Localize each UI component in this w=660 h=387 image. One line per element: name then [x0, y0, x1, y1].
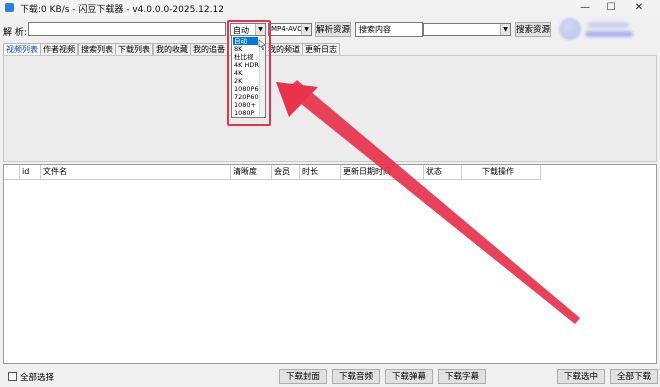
column-header-updated[interactable]: 更新日期时间 — [341, 165, 424, 180]
search-type-select[interactable]: ▼ — [423, 23, 511, 36]
maximize-icon[interactable]: ☐ — [598, 0, 624, 16]
select-all-label[interactable]: 全部选择 — [20, 371, 54, 383]
download-selected-button[interactable]: 下载选中 — [557, 369, 605, 384]
column-header-filename[interactable]: 文件名 — [41, 165, 231, 180]
column-header-vip[interactable]: 会员 — [272, 165, 300, 180]
avatar[interactable] — [559, 18, 581, 40]
search-button[interactable]: 搜索资源 — [515, 22, 551, 37]
download-all-button[interactable]: 全部下载 — [610, 369, 658, 384]
download-audio-button[interactable]: 下载音频 — [332, 369, 380, 384]
window-title: 下载:0 KB/s - 闪豆下载器 - v4.0.0.0-2025.12.12 — [20, 5, 224, 15]
search-input[interactable]: 搜索内容 — [355, 22, 423, 37]
parse-button[interactable]: 解析资源 — [315, 22, 351, 37]
column-header-actions[interactable]: 下载操作 — [462, 165, 541, 180]
codec-select-value: MP4-AVC — [271, 25, 303, 33]
annotation-highlight-box — [227, 20, 271, 126]
column-header-status[interactable]: 状态 — [424, 165, 462, 180]
download-danmaku-button[interactable]: 下载弹幕 — [385, 369, 433, 384]
parse-label: 解 析: — [3, 28, 27, 38]
chevron-down-icon[interactable]: ▼ — [500, 24, 510, 35]
close-icon[interactable]: ✕ — [626, 0, 652, 16]
chevron-down-icon[interactable]: ▼ — [301, 24, 311, 35]
select-all-checkbox[interactable] — [8, 372, 17, 381]
download-subtitle-button[interactable]: 下载字幕 — [438, 369, 486, 384]
column-header-id[interactable]: id — [20, 165, 41, 180]
codec-select[interactable]: MP4-AVC ▼ — [268, 23, 312, 36]
column-header-quality[interactable]: 清晰度 — [231, 165, 272, 180]
app-icon — [5, 3, 14, 12]
minimize-icon[interactable]: — — [572, 0, 598, 16]
blurred-user-info — [585, 31, 633, 37]
blurred-username — [587, 22, 629, 28]
download-cover-button[interactable]: 下载封面 — [279, 369, 327, 384]
url-input[interactable] — [28, 22, 226, 36]
column-header-check[interactable] — [4, 165, 20, 180]
column-header-duration[interactable]: 时长 — [300, 165, 341, 180]
video-preview-panel — [3, 55, 657, 162]
title-bar: 下载:0 KB/s - 闪豆下载器 - v4.0.0.0-2025.12.12 … — [0, 0, 660, 16]
file-list[interactable]: id 文件名 清晰度 会员 时长 更新日期时间 状态 下载操作 — [3, 164, 657, 364]
